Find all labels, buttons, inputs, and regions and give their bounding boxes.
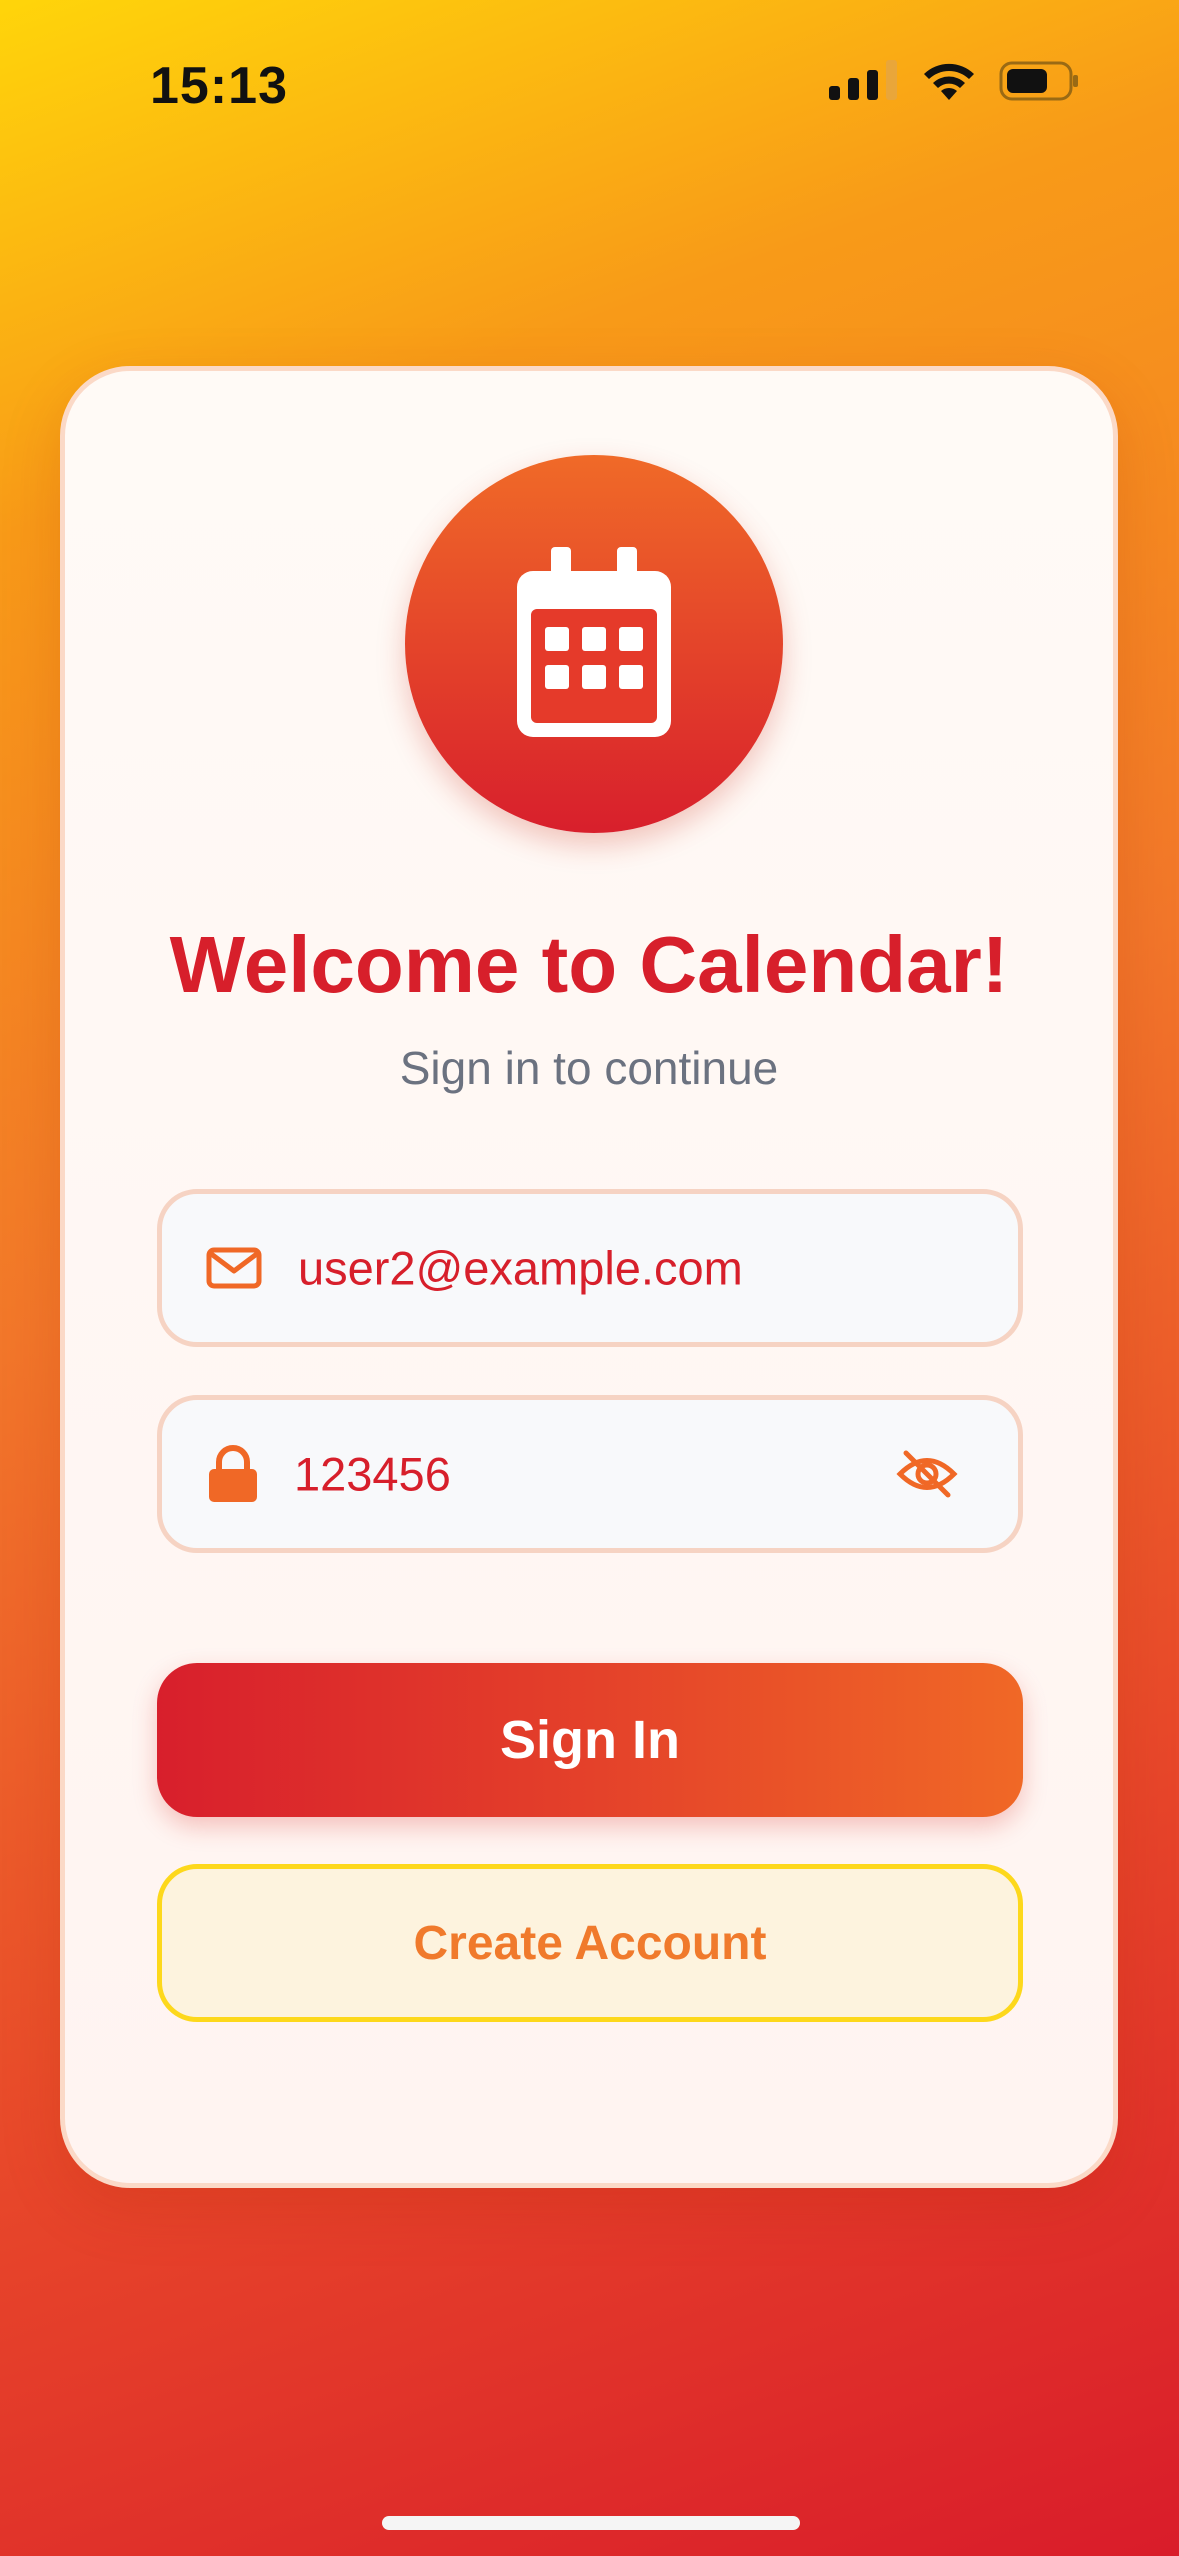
battery-icon [999,60,1079,107]
eye-slash-icon[interactable] [896,1449,958,1499]
email-input[interactable] [298,1240,938,1296]
status-time: 15:13 [150,57,288,115]
lock-icon [208,1445,258,1503]
home-indicator[interactable] [382,2516,800,2530]
login-card: Welcome to Calendar! Sign in to continue [60,366,1118,2188]
password-input[interactable] [294,1446,814,1502]
calendar-icon [509,546,679,742]
status-icons [829,60,1079,107]
create-account-button[interactable]: Create Account [157,1864,1023,2022]
status-bar: 15:13 [0,0,1179,170]
envelope-icon [206,1247,262,1289]
password-field[interactable] [157,1395,1023,1553]
welcome-subtitle: Sign in to continue [399,1042,779,1094]
wifi-icon [921,60,977,107]
email-field[interactable] [157,1189,1023,1347]
sign-in-button[interactable]: Sign In [157,1663,1023,1817]
app-logo [405,455,783,833]
welcome-title: Welcome to Calendar! [169,920,1009,1009]
cellular-signal-icon [829,60,899,107]
